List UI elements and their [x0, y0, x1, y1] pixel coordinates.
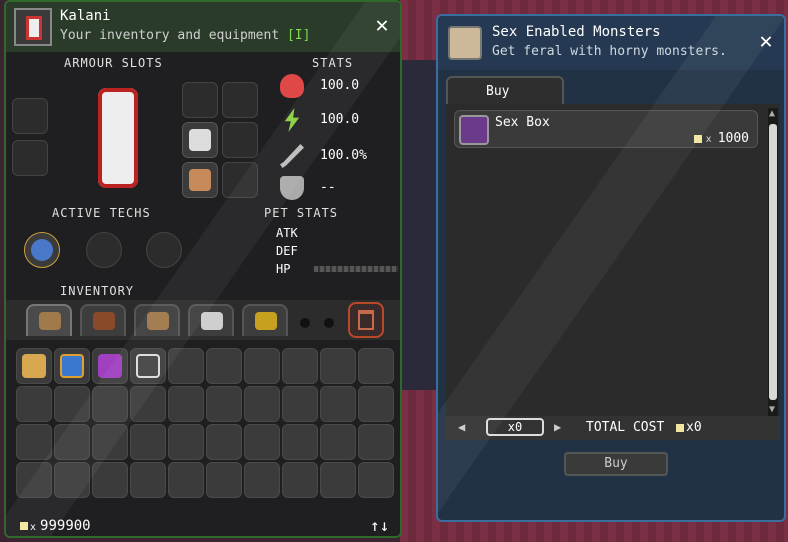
shop-scrollbar[interactable]: ▲ ▼ [768, 108, 778, 418]
pet-hp-label: HP [276, 262, 291, 276]
inventory-hotkey: [I] [286, 28, 311, 43]
inventory-slot[interactable] [130, 462, 166, 498]
pet-hp-bar [314, 266, 398, 272]
shop-item-price-value: 1000 [717, 131, 749, 146]
inventory-slot[interactable] [282, 424, 318, 460]
shop-panel: Sex Enabled Monsters Get feral with horn… [436, 14, 786, 522]
inventory-slot[interactable] [320, 348, 356, 384]
inventory-slot[interactable] [358, 386, 394, 422]
inventory-slot[interactable] [54, 348, 90, 384]
sex-box-icon [459, 115, 489, 145]
tech-slot-1[interactable] [24, 232, 60, 268]
food-icon [255, 312, 277, 330]
inventory-slot[interactable] [282, 386, 318, 422]
price-times: x [705, 134, 712, 145]
pet-def-label: DEF [276, 244, 298, 258]
attack-value: 100.0% [320, 148, 367, 163]
inventory-label: INVENTORY [60, 284, 135, 298]
tab-food[interactable] [242, 304, 288, 336]
legs-armor-icon [189, 169, 211, 191]
head-cosmetic-slot[interactable] [222, 82, 258, 118]
inventory-slot[interactable] [206, 386, 242, 422]
active-techs-label: ACTIVE TECHS [52, 206, 151, 220]
character-preview [68, 78, 168, 198]
total-cost-value: x0 [686, 420, 702, 435]
inventory-slot[interactable] [168, 386, 204, 422]
character-sprite-icon [98, 88, 138, 188]
total-cost-label: TOTAL COST [586, 420, 665, 435]
inventory-slot[interactable] [168, 462, 204, 498]
quantity-increase-icon[interactable]: ▶ [554, 420, 561, 434]
inventory-slot[interactable] [206, 348, 242, 384]
inventory-slot[interactable] [244, 348, 280, 384]
pet-atk-label: ATK [276, 226, 298, 240]
inventory-slot[interactable] [320, 386, 356, 422]
bag-icon [39, 312, 61, 330]
shop-title: Sex Enabled Monsters [492, 24, 661, 40]
weapon-slot-secondary[interactable] [12, 140, 48, 176]
inventory-subtitle-text: Your inventory and equipment [60, 28, 280, 43]
chest-armor-icon [189, 129, 211, 151]
trash-button[interactable] [348, 302, 384, 338]
scroll-thumb[interactable] [769, 124, 777, 400]
inventory-slot[interactable] [244, 424, 280, 460]
total-pixel-icon [676, 423, 684, 432]
inventory-slot[interactable] [244, 386, 280, 422]
inventory-title: Kalani [60, 8, 111, 24]
inventory-slot[interactable] [130, 424, 166, 460]
sort-icon[interactable]: ↑↓ [370, 516, 389, 535]
legs-slot[interactable] [182, 162, 218, 198]
inventory-subtitle: Your inventory and equipment [I] [60, 28, 310, 43]
defense-value: -- [320, 180, 336, 195]
inventory-slot[interactable] [358, 424, 394, 460]
inventory-slot[interactable] [206, 462, 242, 498]
inventory-slot[interactable] [320, 424, 356, 460]
shop-item-name: Sex Box [495, 115, 550, 130]
tab-buy[interactable]: Buy [446, 76, 564, 106]
scroll-down-icon[interactable]: ▼ [769, 404, 775, 415]
book-icon [93, 312, 115, 330]
tab-bag[interactable] [26, 304, 72, 336]
buy-button[interactable]: Buy [564, 452, 668, 476]
inventory-panel: Kalani Your inventory and equipment [I] … [4, 0, 402, 538]
inventory-slot[interactable] [16, 386, 52, 422]
inventory-slot[interactable] [16, 348, 52, 384]
tab-dot-2 [324, 318, 334, 328]
inventory-slot[interactable] [206, 424, 242, 460]
armour-slots-label: ARMOUR SLOTS [64, 56, 163, 70]
inventory-slot[interactable] [358, 348, 394, 384]
tech-slot-3[interactable] [146, 232, 182, 268]
inventory-slot[interactable] [282, 348, 318, 384]
inventory-slot[interactable] [282, 462, 318, 498]
item-crate-icon [22, 354, 46, 378]
inventory-slot[interactable] [244, 462, 280, 498]
scroll-up-icon[interactable]: ▲ [769, 108, 775, 119]
head-slot[interactable] [182, 82, 218, 118]
shop-bag-icon [448, 26, 482, 60]
tab-dot-1 [300, 318, 310, 328]
inventory-slot[interactable] [168, 424, 204, 460]
inventory-slot[interactable] [358, 462, 394, 498]
item-card-icon [60, 354, 84, 378]
character-portrait-icon [14, 8, 52, 46]
weapon-slot-primary[interactable] [12, 98, 48, 134]
tab-materials[interactable] [80, 304, 126, 336]
tab-buy-label: Buy [486, 84, 510, 99]
total-cost: x0 [676, 420, 702, 435]
tech-slot-2[interactable] [86, 232, 122, 268]
inventory-slot[interactable] [320, 462, 356, 498]
trash-icon [358, 310, 374, 330]
chest-cosmetic-slot[interactable] [222, 122, 258, 158]
chest-slot[interactable] [182, 122, 218, 158]
tech-icon [31, 239, 53, 261]
